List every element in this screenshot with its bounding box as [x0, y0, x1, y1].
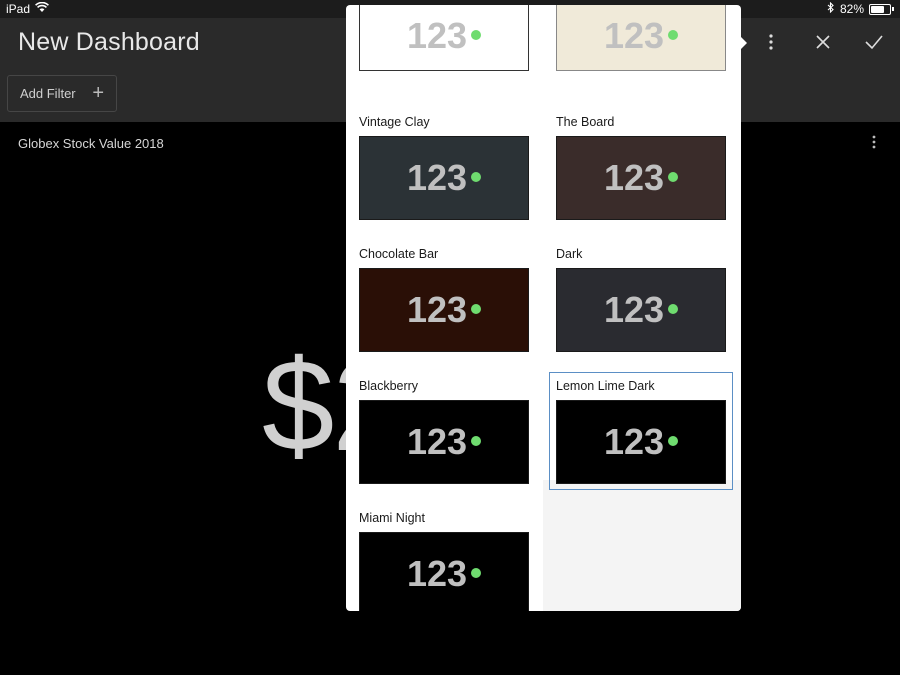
preview-number: 123 — [406, 15, 468, 56]
empty-grid-cell — [543, 480, 741, 611]
status-dot-icon — [471, 568, 482, 578]
device-name: iPad — [6, 2, 31, 16]
theme-option-chocolate-bar[interactable]: 123 — [359, 268, 529, 352]
theme-label: Dark — [556, 247, 583, 261]
theme-label: Vintage Clay — [359, 115, 430, 129]
theme-label: Miami Night — [359, 511, 425, 525]
theme-picker-popover: 123 123 Vintage Clay 123 The Board 123 Chocola… — [346, 5, 741, 611]
status-dot-icon — [471, 436, 482, 446]
bluetooth-icon — [827, 1, 835, 16]
plus-icon: + — [92, 82, 104, 104]
status-dot-icon — [471, 30, 482, 40]
preview-number: 123 — [406, 157, 468, 198]
preview-number: 123 — [603, 157, 665, 198]
status-dot-icon — [471, 304, 482, 314]
theme-option-theme-1[interactable]: 123 — [556, 5, 726, 71]
theme-option-lemon-lime-dark[interactable]: 123 — [556, 400, 726, 484]
more-options-icon[interactable] — [765, 32, 777, 58]
preview-number: 123 — [406, 553, 468, 594]
theme-option-dark[interactable]: 123 — [556, 268, 726, 352]
status-dot-icon — [668, 304, 679, 314]
checkmark-icon[interactable] — [864, 32, 884, 58]
widget-menu-icon[interactable] — [868, 132, 880, 157]
preview-number: 123 — [603, 421, 665, 462]
theme-option-the-board[interactable]: 123 — [556, 136, 726, 220]
status-dot-icon — [668, 30, 679, 40]
theme-label: Chocolate Bar — [359, 247, 439, 261]
add-filter-label: Add Filter — [20, 86, 76, 101]
theme-option-blackberry[interactable]: 123 — [359, 400, 529, 484]
status-dot-icon — [668, 436, 679, 446]
wifi-icon — [35, 1, 49, 16]
status-dot-icon — [668, 172, 679, 182]
battery-icon — [869, 3, 891, 15]
page-title: New Dashboard — [18, 28, 200, 56]
widget-title: Globex Stock Value 2018 — [18, 136, 164, 151]
status-dot-icon — [471, 172, 482, 182]
theme-label: The Board — [556, 115, 615, 129]
battery-level — [871, 5, 885, 13]
theme-option-vintage-clay[interactable]: 123 — [359, 136, 529, 220]
theme-label: Blackberry — [359, 379, 419, 393]
theme-label: Lemon Lime Dark — [556, 379, 655, 393]
preview-number: 123 — [406, 421, 468, 462]
popover-arrow — [740, 36, 747, 50]
preview-number: 123 — [603, 15, 665, 56]
close-icon[interactable] — [814, 32, 832, 58]
battery-percent: 82% — [839, 2, 864, 16]
theme-option-miami-night[interactable]: 123 — [359, 532, 529, 611]
add-filter-button[interactable]: Add Filter + — [7, 75, 117, 112]
preview-number: 123 — [406, 289, 468, 330]
preview-number: 123 — [603, 289, 665, 330]
theme-option-theme-0[interactable]: 123 — [359, 5, 529, 71]
